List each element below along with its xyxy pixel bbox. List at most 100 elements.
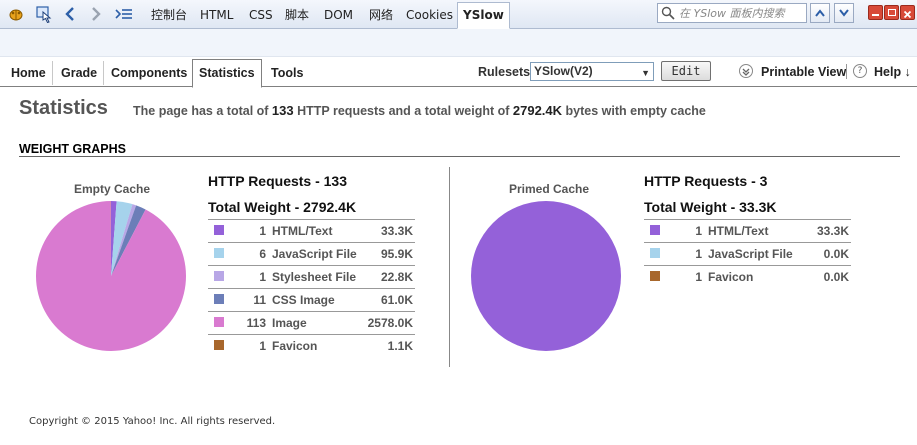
empty-total-weight: Total Weight - 2792.4K xyxy=(208,199,357,215)
yslow-tab-row: Home Grade Components Statistics Tools R… xyxy=(0,57,917,88)
table-row: 11 CSS Image 61.0K xyxy=(208,288,415,312)
tab-grade[interactable]: Grade xyxy=(55,61,105,85)
component-count: 1 xyxy=(238,265,272,289)
command-line-icon[interactable] xyxy=(113,3,135,25)
tab-home[interactable]: Home xyxy=(5,61,53,85)
component-count: 1 xyxy=(238,219,272,243)
primed-total-weight: Total Weight - 33.3K xyxy=(644,199,777,215)
summary-mid: HTTP requests and a total weight of xyxy=(297,104,510,118)
empty-cache-label: Empty Cache xyxy=(74,182,151,196)
component-type: Image xyxy=(272,311,364,335)
tab-yslow[interactable]: YSlow xyxy=(457,2,510,29)
color-swatch xyxy=(214,225,224,235)
dropdown-arrow-icon: ▼ xyxy=(641,68,650,78)
table-row: 1 Stylesheet File 22.8K xyxy=(208,265,415,289)
tab-net[interactable]: 网络 xyxy=(364,4,398,26)
tab-script[interactable]: 脚本 xyxy=(280,4,314,26)
component-size: 22.8K xyxy=(363,265,415,289)
firebug-toolbar: 控制台 HTML CSS 脚本 DOM 网络 Cookies YSlow 在 Y… xyxy=(0,0,917,29)
legend-swatch xyxy=(208,219,238,243)
summary-weight: 2792.4K xyxy=(512,103,563,118)
component-size: 0.0K xyxy=(823,270,849,284)
minimize-icon[interactable] xyxy=(868,5,883,20)
rulesets-label: Rulesets xyxy=(478,65,531,79)
tab-dom[interactable]: DOM xyxy=(319,4,358,26)
component-type: HTML/Text xyxy=(708,219,811,243)
empty-cache-pie-chart xyxy=(36,201,186,351)
component-count: 1 xyxy=(259,339,266,353)
tab-tools[interactable]: Tools xyxy=(265,61,309,85)
edit-button[interactable]: Edit xyxy=(661,61,711,81)
help-icon[interactable]: ? xyxy=(853,64,867,78)
table-row: 1 HTML/Text 33.3K xyxy=(208,219,415,243)
close-icon[interactable] xyxy=(900,5,915,20)
color-swatch xyxy=(214,248,224,258)
heading-rule xyxy=(19,156,900,157)
legend-swatch xyxy=(208,242,238,266)
tab-components[interactable]: Components xyxy=(105,61,193,85)
legend-swatch xyxy=(208,288,238,312)
legend-swatch xyxy=(208,311,238,335)
component-size: 2578.0K xyxy=(363,311,415,335)
tab-css[interactable]: CSS xyxy=(244,4,278,26)
table-row: 1 HTML/Text 33.3K xyxy=(644,219,851,243)
primed-http-requests: HTTP Requests - 3 xyxy=(644,173,768,189)
color-swatch xyxy=(214,317,224,327)
component-type: Stylesheet File xyxy=(272,265,364,289)
detach-window-icon[interactable] xyxy=(884,5,899,20)
component-type: Favicon xyxy=(272,339,318,353)
table-row: 113 Image 2578.0K xyxy=(208,311,415,335)
legend-swatch xyxy=(644,266,674,289)
component-type: Favicon xyxy=(708,270,754,284)
color-swatch xyxy=(650,225,660,235)
search-prev-button[interactable] xyxy=(810,3,830,23)
tab-html[interactable]: HTML xyxy=(195,4,238,26)
color-swatch xyxy=(214,271,224,281)
component-count: 1 xyxy=(674,242,708,266)
component-type: CSS Image xyxy=(272,288,364,312)
tab-console[interactable]: 控制台 xyxy=(146,4,192,26)
component-size: 33.3K xyxy=(363,219,415,243)
component-type: JavaScript File xyxy=(272,242,364,266)
chevron-up-icon xyxy=(815,9,825,17)
component-count: 11 xyxy=(238,288,272,312)
primed-cache-pie-chart xyxy=(471,201,621,351)
help-link[interactable]: Help ↓ xyxy=(874,65,911,79)
summary-prefix: The page has a total of xyxy=(133,104,269,118)
search-next-button[interactable] xyxy=(834,3,854,23)
ruleset-value: YSlow(V2) xyxy=(534,64,593,78)
component-count: 1 xyxy=(695,270,702,284)
toolbar-divider xyxy=(846,64,847,79)
page-title: Statistics xyxy=(19,97,108,119)
firebug-bug-icon[interactable] xyxy=(6,3,26,25)
component-size: 33.3K xyxy=(810,219,851,243)
footer-copyright: Copyright © 2015 Yahoo! Inc. All rights … xyxy=(29,416,276,427)
pie-slice-html-text xyxy=(471,201,621,351)
inspect-element-icon[interactable] xyxy=(33,3,55,25)
forward-arrow-icon[interactable] xyxy=(86,3,106,25)
printable-view-icon[interactable] xyxy=(739,64,753,78)
color-swatch xyxy=(650,248,660,258)
tab-statistics[interactable]: Statistics xyxy=(192,59,262,88)
component-type: JavaScript File xyxy=(708,242,811,266)
primed-cache-label: Primed Cache xyxy=(509,182,590,196)
color-swatch xyxy=(650,271,660,281)
legend-swatch xyxy=(208,335,238,358)
color-swatch xyxy=(214,294,224,304)
search-input[interactable]: 在 YSlow 面板内搜索 xyxy=(657,3,807,23)
back-arrow-icon[interactable] xyxy=(60,3,80,25)
component-count: 6 xyxy=(238,242,272,266)
legend-swatch xyxy=(644,219,674,243)
component-type: HTML/Text xyxy=(272,219,364,243)
legend-swatch xyxy=(644,242,674,266)
stats-summary: The page has a total of 133 HTTP request… xyxy=(133,103,706,118)
summary-suffix: bytes with empty cache xyxy=(565,104,706,118)
component-size: 0.0K xyxy=(810,242,851,266)
empty-http-requests: HTTP Requests - 133 xyxy=(208,173,348,189)
ruleset-select[interactable]: YSlow(V2) ▼ xyxy=(530,62,654,81)
component-size: 1.1K xyxy=(387,339,413,353)
printable-view-link[interactable]: Printable View xyxy=(761,65,846,79)
tab-cookies[interactable]: Cookies xyxy=(401,4,458,26)
table-row: 1 JavaScript File 0.0K xyxy=(644,242,851,266)
weight-graphs-heading: WEIGHT GRAPHS xyxy=(19,142,126,156)
